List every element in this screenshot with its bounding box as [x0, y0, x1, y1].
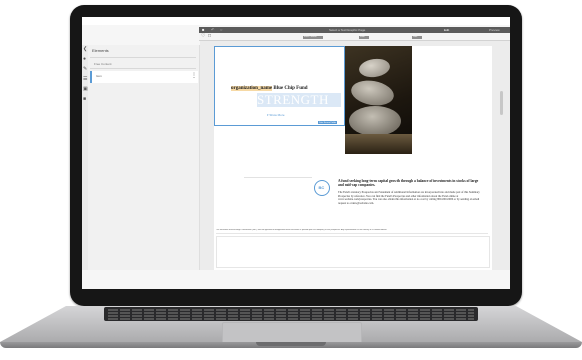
data-chip[interactable]: Data	[412, 36, 422, 39]
insert-content-chip[interactable]: Insert Content	[303, 36, 323, 39]
kebab-menu-icon[interactable]: ⋮	[191, 73, 197, 79]
back-arrow-icon[interactable]: ❮	[83, 47, 87, 52]
form-chip[interactable]: Form	[359, 36, 369, 39]
keyboard-row	[108, 309, 474, 311]
panel-item-label: Icon	[96, 74, 102, 78]
canvas-scrollbar[interactable]	[500, 91, 503, 115]
panel-item-icon[interactable]: Icon ⋮	[90, 71, 198, 83]
help-tag: Data Source Fields	[318, 121, 338, 124]
divider	[90, 68, 196, 69]
banner-headline: STRENGTH	[257, 93, 341, 107]
document-page: organization_name Blue Chip Fund STRENGT…	[214, 46, 492, 270]
format-toolbar: ♡ □ Insert Content Form Data	[199, 33, 510, 41]
undo-icon[interactable]: ↶	[211, 28, 214, 32]
elements-panel: Elements Free Content Icon ⋮	[88, 45, 200, 270]
edit-mode-button[interactable]: Edit	[444, 28, 449, 32]
keyboard-row	[108, 315, 474, 317]
selected-text-block[interactable]: organization_name Blue Chip Fund STRENGT…	[214, 46, 345, 126]
save-icon[interactable]: ■	[202, 28, 204, 32]
fund-description: The Fund's statutory Prospectus and Stat…	[338, 191, 480, 205]
sec-disclaimer: The Securities and Exchange Commission (…	[216, 229, 388, 231]
show-more-link[interactable]: ▾ Show More	[267, 114, 285, 117]
fund-name-placeholder[interactable]: organization_name	[231, 86, 273, 91]
toolbar-center-text: Select a Text/Graphic Page	[329, 27, 366, 32]
fund-headline: A fund seeking long-term capital growth …	[338, 179, 479, 188]
section-rule	[244, 177, 312, 178]
heart-icon[interactable]: ♡	[201, 34, 205, 39]
frame-icon[interactable]: □	[208, 34, 211, 39]
fund-name: Blue Chip Fund	[273, 86, 308, 91]
panel-group-label: Free Content	[94, 62, 112, 66]
empty-content-block[interactable]	[216, 236, 490, 268]
fund-logo-circle: BC	[314, 180, 330, 196]
footer-rule	[216, 233, 488, 234]
laptop-notch	[256, 342, 326, 346]
divider	[90, 57, 196, 58]
layers-icon[interactable]: ☰	[83, 77, 87, 82]
trash-icon[interactable]: ■	[83, 97, 86, 102]
laptop-screen: ❮ ● ✎ ☰ ▣ ■ Elements Free Content Icon ⋮…	[82, 17, 510, 289]
keyboard-row	[108, 318, 474, 320]
app-titlebar	[82, 17, 510, 25]
keyboard-row	[108, 312, 474, 314]
comment-icon[interactable]: ○	[220, 28, 222, 32]
panel-title: Elements	[92, 48, 109, 53]
stones-photo	[345, 46, 412, 154]
preview-button[interactable]: Preview	[489, 28, 500, 32]
pencil-icon[interactable]: ✎	[83, 67, 87, 72]
pin-icon[interactable]: ●	[83, 57, 86, 62]
